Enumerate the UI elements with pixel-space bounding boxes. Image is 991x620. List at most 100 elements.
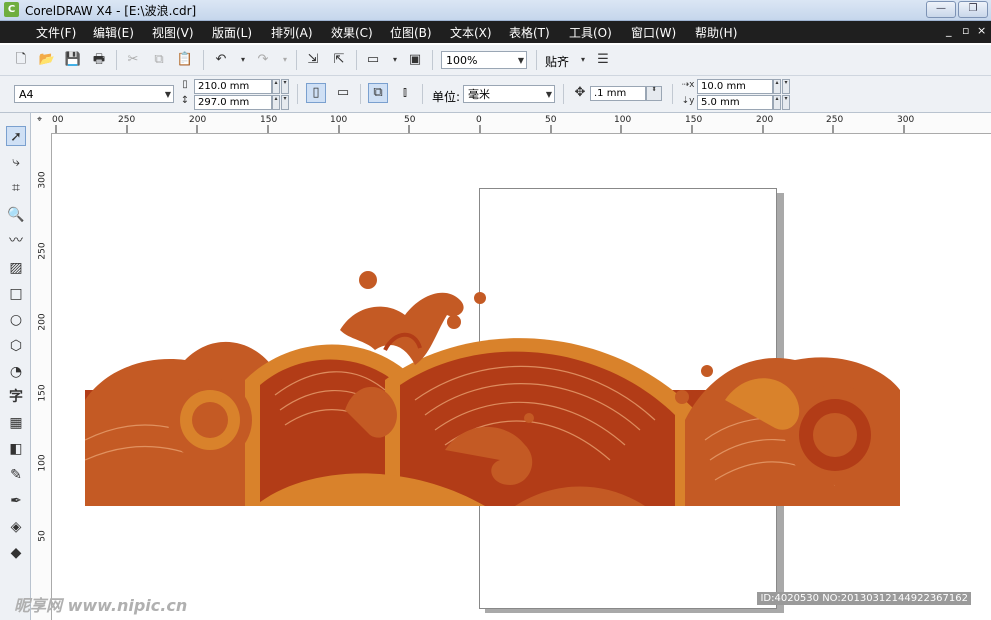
zoom-tool-icon[interactable]: 🔍	[6, 205, 26, 225]
zoom-level-value: 100%	[446, 54, 478, 67]
menu-arrange[interactable]: 排列(A)	[271, 24, 313, 41]
ruler-tick-label: 50	[404, 115, 416, 125]
ruler-tick-label: 200	[756, 115, 774, 125]
cut-icon[interactable]: ✂	[124, 51, 142, 69]
menu-tools[interactable]: 工具(O)	[569, 24, 612, 41]
restore-button[interactable]: ❐	[958, 1, 988, 18]
portrait-icon[interactable]: ▯	[306, 83, 326, 103]
ruler-tick-label: 300	[897, 115, 915, 125]
menu-table[interactable]: 表格(T)	[509, 24, 550, 41]
print-icon[interactable]: 🖶	[90, 51, 108, 69]
separator	[563, 84, 564, 104]
units-combo[interactable]: 毫米 ▼	[463, 85, 555, 103]
interactive-fill-tool-icon[interactable]: ◆	[6, 543, 26, 563]
import-icon[interactable]: ⇲	[304, 51, 322, 69]
ruler-origin-icon[interactable]: ⌖	[37, 115, 42, 125]
fill-tool-icon[interactable]: ◈	[6, 517, 26, 537]
separator	[432, 50, 433, 70]
export-icon[interactable]: ⇱	[330, 51, 348, 69]
open-folder-icon[interactable]: 📂	[38, 51, 56, 69]
rectangle-tool-icon[interactable]: □	[6, 284, 26, 304]
text-tool-icon[interactable]: 字	[6, 387, 26, 407]
page-width-icon: ▯	[182, 79, 188, 90]
launcher-dropdown-icon[interactable]: ▾	[386, 51, 404, 69]
ruler-tick-label: 150	[260, 115, 278, 125]
dup-y-spinner-button[interactable]: ▴	[773, 95, 781, 110]
freehand-tool-icon[interactable]: 〰	[6, 231, 26, 251]
menu-help[interactable]: 帮助(H)	[695, 24, 737, 41]
nudge-icon: ✥	[574, 85, 586, 100]
separator	[116, 50, 117, 70]
units-value: 毫米	[468, 88, 490, 101]
landscape-icon[interactable]: ▭	[334, 84, 352, 102]
window-title: CorelDRAW X4 - [E:\波浪.cdr]	[25, 4, 197, 18]
duplicate-distance-y-input[interactable]: 5.0 mm	[697, 95, 773, 110]
menu-file[interactable]: 文件(F)	[36, 24, 76, 41]
menu-effects[interactable]: 效果(C)	[331, 24, 373, 41]
shape-tool-icon[interactable]: ⤷	[6, 152, 26, 172]
table-tool-icon[interactable]: ▦	[6, 413, 26, 433]
separator	[297, 84, 298, 104]
separator	[672, 84, 673, 104]
undo-dropdown-icon[interactable]: ▾	[234, 51, 252, 69]
interactive-blend-tool-icon[interactable]: ◧	[6, 439, 26, 459]
menu-bitmaps[interactable]: 位图(B)	[390, 24, 432, 41]
page-size-combo[interactable]: A4 ▼	[14, 85, 174, 103]
page-height-input[interactable]: 297.0 mm	[194, 95, 272, 110]
dup-y-spinner-button[interactable]: ▾	[782, 95, 790, 110]
nudge-distance-input[interactable]: .1 mm	[590, 86, 646, 101]
redo-icon[interactable]: ↷	[254, 51, 272, 69]
menu-edit[interactable]: 编辑(E)	[93, 24, 134, 41]
outline-pen-tool-icon[interactable]: ✒	[6, 491, 26, 511]
wave-artwork[interactable]	[85, 260, 900, 506]
doc-restore-button[interactable]: ▫	[962, 24, 969, 37]
nudge-spinner-button[interactable]: ⬍	[646, 86, 662, 101]
menu-window[interactable]: 窗口(W)	[631, 24, 676, 41]
height-spinner-button[interactable]: ▴	[272, 95, 280, 110]
dup-x-spinner-button[interactable]: ▴	[773, 79, 781, 94]
options-icon[interactable]: ☰	[594, 51, 612, 69]
redo-dropdown-icon[interactable]: ▾	[276, 51, 294, 69]
copy-icon[interactable]: ⧉	[150, 51, 168, 69]
title-bar: C CorelDRAW X4 - [E:\波浪.cdr] — ❐	[0, 0, 991, 21]
minimize-button[interactable]: —	[926, 1, 956, 18]
save-icon[interactable]: 💾	[64, 51, 82, 69]
current-page-icon[interactable]: ⫾	[396, 84, 414, 102]
new-document-icon[interactable]: 🗋	[12, 51, 30, 69]
vertical-ruler[interactable]: 300 250 200 150 100 50	[31, 133, 52, 620]
paste-icon[interactable]: 📋	[176, 51, 194, 69]
ruler-tick-label: 00	[52, 115, 64, 125]
toolbox: ➚ ⤷ ⌗ 🔍 〰 ▨ □ ○ ⬡ ◔ 字 ▦ ◧ ✎ ✒ ◈ ◆	[0, 113, 31, 620]
ellipse-tool-icon[interactable]: ○	[6, 310, 26, 330]
page-width-input[interactable]: 210.0 mm	[194, 79, 272, 94]
width-spinner-button[interactable]: ▴	[272, 79, 280, 94]
application-launcher-icon[interactable]: ▭	[364, 51, 382, 69]
menu-view[interactable]: 视图(V)	[152, 24, 194, 41]
snap-to-label[interactable]: 贴齐	[545, 53, 569, 70]
undo-icon[interactable]: ↶	[212, 51, 230, 69]
polygon-tool-icon[interactable]: ⬡	[6, 336, 26, 356]
smart-fill-tool-icon[interactable]: ▨	[6, 258, 26, 278]
doc-minimize-button[interactable]: _	[946, 24, 952, 37]
pick-tool-icon[interactable]: ➚	[6, 126, 26, 146]
menu-layout[interactable]: 版面(L)	[212, 24, 252, 41]
standard-toolbar: 🗋 📂 💾 🖶 ✂ ⧉ 📋 ↶ ▾ ↷ ▾ ⇲ ⇱ ▭ ▾ ▣ 100% ▼ 贴…	[0, 45, 991, 76]
eyedropper-tool-icon[interactable]: ✎	[6, 465, 26, 485]
separator	[422, 84, 423, 104]
duplicate-distance-x-input[interactable]: 10.0 mm	[697, 79, 773, 94]
crop-tool-icon[interactable]: ⌗	[6, 178, 26, 198]
menu-text[interactable]: 文本(X)	[450, 24, 492, 41]
chevron-down-icon: ▼	[545, 90, 552, 99]
ruler-tick-label: 200	[189, 115, 207, 125]
basic-shapes-tool-icon[interactable]: ◔	[6, 362, 26, 382]
snap-dropdown-icon[interactable]: ▾	[574, 51, 592, 69]
height-spinner-button[interactable]: ▾	[281, 95, 289, 110]
zoom-level-combo[interactable]: 100% ▼	[441, 51, 527, 69]
welcome-screen-icon[interactable]: ▣	[406, 51, 424, 69]
doc-close-button[interactable]: ×	[977, 24, 986, 37]
ruler-tick-label: 150	[37, 384, 48, 402]
horizontal-ruler[interactable]: ⌖ 00 250 200 150 100 50 0 50 100 150 200…	[31, 113, 991, 134]
width-spinner-button[interactable]: ▾	[281, 79, 289, 94]
all-pages-icon[interactable]: ⧉	[368, 83, 388, 103]
dup-x-spinner-button[interactable]: ▾	[782, 79, 790, 94]
